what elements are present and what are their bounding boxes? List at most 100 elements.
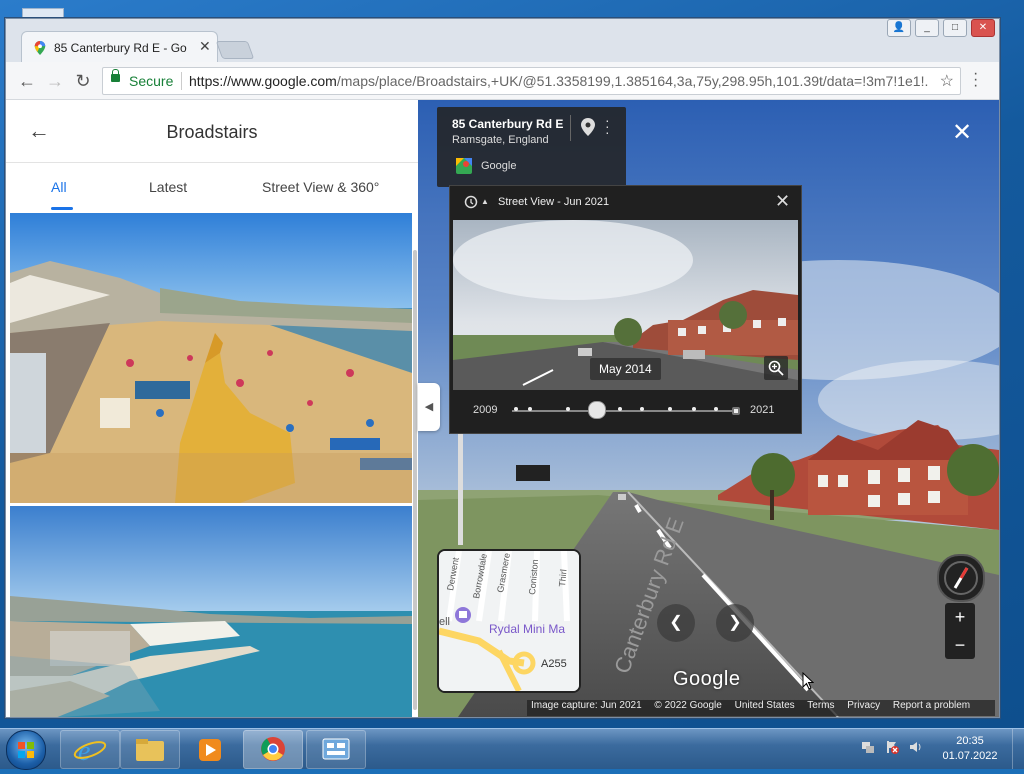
close-icon[interactable]: ✕: [952, 118, 972, 147]
attribution-label: Google: [481, 160, 517, 172]
divider: [181, 72, 182, 90]
browser-toolbar: ← → ↻ Secure https://www.google.com/maps…: [6, 62, 999, 100]
address-bar[interactable]: Secure https://www.google.com/maps/place…: [102, 67, 961, 95]
media-player-icon[interactable]: [180, 730, 240, 769]
clock-time: 20:35: [956, 735, 984, 747]
google-maps-logo: [456, 158, 472, 174]
timeline-dot[interactable]: [714, 407, 718, 411]
compass-icon[interactable]: [937, 554, 985, 602]
secure-label: Secure: [129, 73, 174, 89]
window-controls: 👤 _ □ ✕: [887, 19, 995, 37]
back-arrow-icon[interactable]: ←: [16, 70, 38, 92]
time-machine-title: Street View - Jun 2021: [498, 196, 610, 208]
poi-label: Rydal Mini Ma: [489, 622, 565, 636]
road-number-label: A255: [541, 658, 567, 670]
beach-photo[interactable]: [10, 213, 412, 503]
url-path: /maps/place/Broadstairs,+UK/@51.3358199,…: [336, 73, 929, 89]
tab-all[interactable]: All: [51, 179, 67, 195]
tab-latest[interactable]: Latest: [149, 179, 187, 195]
timeline-dot[interactable]: [528, 407, 532, 411]
privacy-link[interactable]: Privacy: [847, 700, 880, 711]
control-panel-icon[interactable]: [306, 730, 366, 769]
clock-date: 01.07.2022: [942, 750, 998, 762]
photos-scrollbar[interactable]: [413, 250, 417, 710]
maximize-button[interactable]: □: [943, 19, 967, 37]
timeline-dot[interactable]: [668, 407, 672, 411]
network-icon[interactable]: [860, 739, 876, 755]
map-pin-icon[interactable]: [581, 118, 595, 136]
tab-close-icon[interactable]: ✕: [199, 38, 211, 55]
user-icon[interactable]: 👤: [887, 19, 911, 37]
timeline-start-year: 2009: [473, 404, 498, 416]
zoom-controls: + −: [945, 603, 975, 659]
new-tab-button[interactable]: [215, 41, 255, 59]
internet-explorer-icon[interactable]: e: [60, 730, 120, 769]
chrome-icon[interactable]: [243, 730, 303, 769]
show-desktop-button[interactable]: [1012, 729, 1024, 769]
tab-street-view-360[interactable]: Street View & 360°: [262, 179, 379, 195]
volume-icon[interactable]: [908, 739, 924, 755]
image-capture-date: Image capture: Jun 2021: [531, 700, 642, 711]
timeline-dot[interactable]: [692, 407, 696, 411]
country-link[interactable]: United States: [735, 700, 795, 711]
street-label-5: Thirl: [557, 569, 568, 587]
move-back-arrow-icon[interactable]: ❮: [657, 604, 695, 642]
selected-date-label: May 2014: [590, 358, 661, 380]
timeline-slider-knob[interactable]: [587, 401, 606, 419]
coast-photo[interactable]: [10, 506, 412, 717]
zoom-in-icon[interactable]: [764, 356, 788, 380]
timeline-dot[interactable]: [514, 407, 518, 411]
timeline-dot[interactable]: [618, 407, 622, 411]
title-bar: 85 Canterbury Rd E - Go ✕ 👤 _ □ ✕: [6, 19, 999, 63]
close-window-button[interactable]: ✕: [971, 19, 995, 37]
caret-up-icon[interactable]: ▲: [481, 197, 489, 206]
svg-text:e: e: [78, 736, 90, 767]
timeline-dot[interactable]: [640, 407, 644, 411]
close-icon[interactable]: ✕: [775, 191, 790, 212]
time-machine-panel: ▲ Street View - Jun 2021 ✕ May 2014 2009: [449, 185, 802, 434]
photos-panel: ← Broadstairs All Latest Street View & 3…: [6, 100, 418, 717]
timeline-dot[interactable]: [732, 407, 740, 415]
photos-header: ← Broadstairs: [6, 100, 418, 163]
photos-title: Broadstairs: [166, 122, 258, 142]
system-tray: [860, 739, 924, 755]
forward-arrow-icon[interactable]: →: [44, 70, 66, 92]
bookmark-star-icon[interactable]: ☆: [940, 71, 954, 91]
zoom-out-button[interactable]: −: [945, 631, 975, 659]
browser-tab[interactable]: 85 Canterbury Rd E - Go ✕: [21, 31, 218, 63]
file-explorer-icon[interactable]: [120, 730, 180, 769]
collapse-panel-button[interactable]: ◀: [418, 383, 440, 431]
start-button[interactable]: [6, 730, 46, 770]
location-card: 85 Canterbury Rd E Ramsgate, England · · ·…: [437, 107, 626, 187]
history-icon[interactable]: [464, 195, 478, 209]
zoom-in-button[interactable]: +: [945, 603, 975, 631]
divider: [570, 115, 571, 141]
minimize-button[interactable]: _: [915, 19, 939, 37]
timeline-dot[interactable]: [566, 407, 570, 411]
photo-tabs: All Latest Street View & 360°: [6, 162, 418, 210]
copyright-text: © 2022 Google: [654, 700, 722, 711]
timeline-end-year: 2021: [750, 404, 775, 416]
url-host: https://www.google.com: [189, 73, 337, 89]
map-edge-label: ell: [439, 616, 450, 628]
browser-menu-icon[interactable]: · · ·: [973, 66, 978, 94]
reload-icon[interactable]: ↻: [72, 70, 94, 92]
clock[interactable]: 20:35 01.07.2022: [940, 734, 1000, 764]
tab-title: 85 Canterbury Rd E - Go: [54, 41, 187, 55]
active-tab-indicator: [51, 207, 73, 210]
attribution-bar: Image capture: Jun 2021 © 2022 Google Un…: [527, 700, 995, 716]
terms-link[interactable]: Terms: [807, 700, 834, 711]
historic-street-image[interactable]: May 2014: [453, 220, 798, 390]
minimap[interactable]: Derwent Borrowdale Grasmere Coniston Thi…: [437, 549, 581, 693]
maps-pin-icon: [34, 41, 46, 55]
move-forward-arrow-icon[interactable]: ❯: [716, 604, 754, 642]
taskbar: e 20:35 01.07.2022: [0, 728, 1024, 770]
more-options-icon[interactable]: · · ·: [605, 113, 610, 139]
mouse-cursor-icon: [802, 672, 814, 690]
location-address: 85 Canterbury Rd E: [452, 117, 564, 131]
lock-icon: [111, 69, 120, 82]
timeline-track[interactable]: [512, 410, 738, 412]
url-text[interactable]: https://www.google.com/maps/place/Broads…: [189, 73, 929, 89]
action-center-flag-icon[interactable]: [884, 739, 900, 755]
report-problem-link[interactable]: Report a problem: [893, 700, 970, 711]
